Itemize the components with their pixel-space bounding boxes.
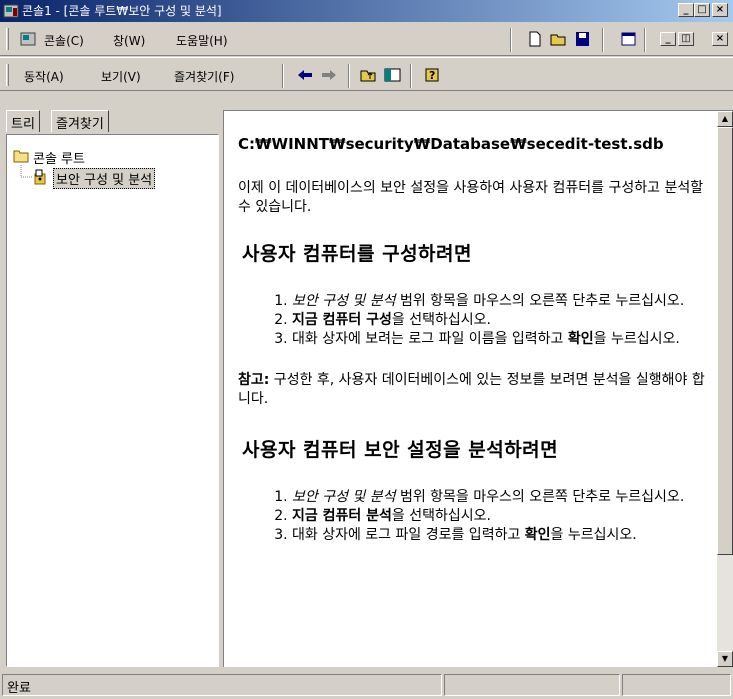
step-text: 을 선택하십시오. [391,508,491,524]
menu-bar: 콘솔(C) 창(W) 도움말(H) _ ◫ × [0,22,733,56]
step-text: 범위 항목을 마우스의 오른쪽 단추로 누르십시오. [395,489,685,505]
toolbar-separator [510,28,512,52]
help-icon[interactable]: ? [424,67,442,83]
section-configure-title: 사용자 컴퓨터를 구성하려면 [242,243,472,265]
save-icon[interactable] [574,31,592,47]
analyze-steps: 보안 구성 및 분석 범위 항목을 마우스의 오른쪽 단추로 누르십시오. 지금… [292,488,713,545]
status-text: 완료 [2,674,442,696]
analyze-step-2: 지금 컴퓨터 분석을 선택하십시오. [292,507,713,526]
configure-steps: 보안 구성 및 분석 범위 항목을 마우스의 오른쪽 단추로 누르십시오. 지금… [292,292,713,349]
status-bar: 완료 [0,671,733,699]
configure-step-2: 지금 컴퓨터 구성을 선택하십시오. [292,311,713,330]
menu-action[interactable]: 동작(A) [24,68,64,85]
analyze-step-1: 보안 구성 및 분석 범위 항목을 마우스의 오른쪽 단추로 누르십시오. [292,488,713,507]
tab-favorites[interactable]: 즐겨찾기 [51,110,109,132]
svg-text:?: ? [429,69,435,82]
step-text: 을 누르십시오. [550,527,637,543]
step-emphasis: 보안 구성 및 분석 [292,293,396,309]
scroll-down-button[interactable]: ▼ [717,651,733,667]
action-grip[interactable] [6,64,9,86]
toolbar-separator [410,64,412,88]
close-button[interactable]: × [712,3,728,17]
minimize-button[interactable]: _ [678,3,694,17]
step-text: 을 선택하십시오. [391,312,491,328]
step-text: 범위 항목을 마우스의 오른쪽 단추로 누르십시오. [395,293,685,309]
toolbar-separator [644,28,646,52]
step-emphasis: 보안 구성 및 분석 [292,489,396,505]
properties-icon[interactable] [620,31,638,47]
step-strong: 확인 [567,331,594,347]
configure-step-1: 보안 구성 및 분석 범위 항목을 마우스의 오른쪽 단추로 누르십시오. [292,292,713,311]
console-window: 콘솔1 - [콘솔 루트₩보안 구성 및 분석] _ □ × 콘솔(C) 창(W… [0,0,733,699]
menu-view[interactable]: 보기(V) [101,68,141,85]
show-tree-icon[interactable] [384,67,402,83]
action-bar: 동작(A) 보기(V) 즐겨찾기(F) ? [0,57,733,91]
menu-favorites[interactable]: 즐겨찾기(F) [174,68,234,85]
tree-item-label: 보안 구성 및 분석 [53,168,156,189]
toolbar-separator [602,28,604,52]
maximize-button[interactable]: □ [694,3,710,17]
tab-tree[interactable]: 트리 [6,110,40,132]
tree-item-label: 콘솔 루트 [33,152,85,167]
console-menu-icon [20,32,36,46]
menu-window[interactable]: 창(W) [113,32,145,49]
scroll-up-button[interactable]: ▲ [717,111,733,127]
window-title: 콘솔1 - [콘솔 루트₩보안 구성 및 분석] [22,4,222,18]
child-restore-button[interactable]: ◫ [678,32,694,46]
console-app-icon [3,4,19,18]
child-minimize-button[interactable]: _ [660,32,676,46]
vertical-scrollbar[interactable]: ▲ ▼ [717,111,733,667]
section-analyze-title: 사용자 컴퓨터 보안 설정을 분석하려면 [242,439,559,461]
new-document-icon[interactable] [526,31,544,47]
back-arrow-icon[interactable] [296,67,314,83]
menu-grip[interactable] [6,28,9,50]
menu-console[interactable]: 콘솔(C) [44,32,84,49]
database-path: C:₩WINNT₩security₩Database₩secedit-test.… [238,135,664,153]
configure-step-3: 대화 상자에 보려는 로그 파일 이름을 입력하고 확인을 누르십시오. [292,330,713,349]
step-strong: 지금 컴퓨터 구성 [292,312,392,328]
security-lock-icon [34,169,46,185]
tree-pane: 콘솔 루트 보안 구성 및 분석 [6,134,219,667]
note-text: 구성한 후, 사용자 데이터베이스에 있는 정보를 보려면 분석을 실행해야 합… [238,372,705,407]
up-folder-icon[interactable] [360,67,378,83]
child-close-button[interactable]: × [712,32,728,46]
step-strong: 확인 [524,527,551,543]
help-document: C:₩WINNT₩security₩Database₩secedit-test.… [238,135,713,567]
step-text: 대화 상자에 보려는 로그 파일 이름을 입력하고 [292,331,568,347]
note-label: 참고: [238,372,270,388]
status-panel-3 [622,674,731,696]
toolbar-separator [282,64,284,88]
result-pane: C:₩WINNT₩security₩Database₩secedit-test.… [223,110,733,667]
note: 참고: 구성한 후, 사용자 데이터베이스에 있는 정보를 보려면 분석을 실행… [238,371,713,409]
step-text: 대화 상자에 로그 파일 경로를 입력하고 [292,527,525,543]
scroll-thumb[interactable] [717,127,733,555]
step-strong: 지금 컴퓨터 분석 [292,508,392,524]
forward-arrow-icon[interactable] [320,67,338,83]
intro-text: 이제 이 데이터베이스의 보안 설정을 사용하여 사용자 컴퓨터를 구성하고 분… [238,180,704,215]
step-text: 을 누르십시오. [593,331,680,347]
folder-icon [13,150,29,163]
title-bar[interactable]: 콘솔1 - [콘솔 루트₩보안 구성 및 분석] _ □ × [0,0,733,22]
analyze-step-3: 대화 상자에 로그 파일 경로를 입력하고 확인을 누르십시오. [292,526,713,545]
status-panel-2 [444,674,620,696]
menu-help[interactable]: 도움말(H) [176,32,228,49]
toolbar-separator [348,64,350,88]
open-folder-icon[interactable] [550,31,568,47]
